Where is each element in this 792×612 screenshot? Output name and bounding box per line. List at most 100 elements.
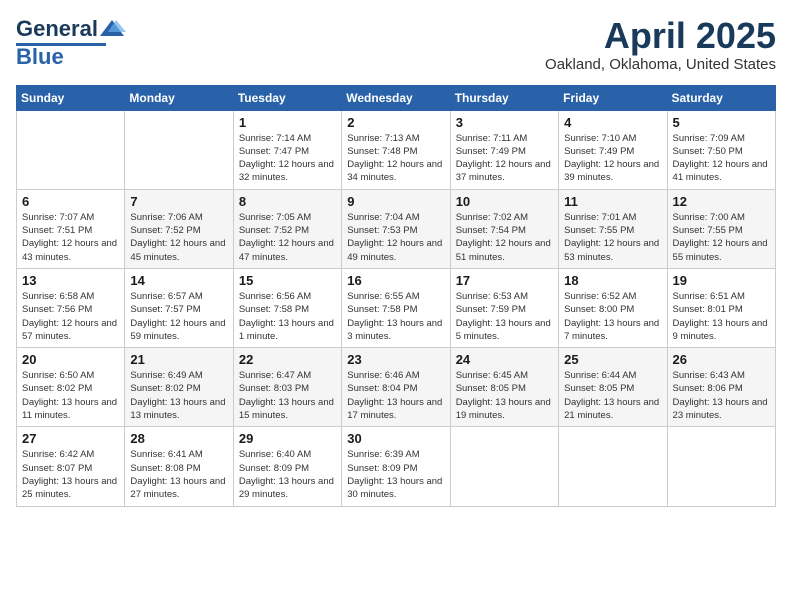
calendar-cell: 24 Sunrise: 6:45 AMSunset: 8:05 PMDayligh…: [450, 348, 558, 427]
calendar-cell: 28 Sunrise: 6:41 AMSunset: 8:08 PMDayligh…: [125, 427, 233, 506]
day-info: Sunrise: 6:44 AMSunset: 8:05 PMDaylight:…: [564, 369, 661, 422]
day-number: 30: [347, 431, 444, 446]
day-number: 20: [22, 352, 119, 367]
calendar-cell: 27Sunrise: 6:42 AMSunset: 8:07 PMDayligh…: [17, 427, 125, 506]
calendar-cell: 2Sunrise: 7:13 AMSunset: 7:48 PMDaylight…: [342, 110, 450, 189]
day-number: 11: [564, 194, 661, 209]
day-info: Sunrise: 6:43 AMSunset: 8:06 PMDaylight:…: [673, 369, 770, 422]
day-number: 10: [456, 194, 553, 209]
logo-blue: Blue: [16, 44, 64, 70]
calendar-cell: 22 Sunrise: 6:47 AMSunset: 8:03 PMDayligh…: [233, 348, 341, 427]
day-number: 29: [239, 431, 336, 446]
day-number: 9: [347, 194, 444, 209]
day-info: Sunrise: 6:45 AMSunset: 8:05 PMDaylight:…: [456, 369, 553, 422]
day-info: Sunrise: 7:13 AMSunset: 7:48 PMDaylight:…: [347, 132, 444, 185]
calendar-cell: 23 Sunrise: 6:46 AMSunset: 8:04 PMDayligh…: [342, 348, 450, 427]
day-header-friday: Friday: [559, 85, 667, 110]
calendar-week-row: 27Sunrise: 6:42 AMSunset: 8:07 PMDayligh…: [17, 427, 776, 506]
day-number: 28: [130, 431, 227, 446]
logo-general: General: [16, 16, 98, 42]
day-info: Sunrise: 6:51 AMSunset: 8:01 PMDaylight:…: [673, 290, 770, 343]
day-number: 18: [564, 273, 661, 288]
calendar-cell: 25Sunrise: 6:44 AMSunset: 8:05 PMDayligh…: [559, 348, 667, 427]
title-area: April 2025 Oakland, Oklahoma, United Sta…: [545, 16, 776, 73]
day-info: Sunrise: 7:11 AMSunset: 7:49 PMDaylight:…: [456, 132, 553, 185]
logo: General Blue: [16, 16, 126, 70]
calendar-cell: 18 Sunrise: 6:52 AMSunset: 8:00 PMDayligh…: [559, 268, 667, 347]
day-number: 6: [22, 194, 119, 209]
day-number: 15: [239, 273, 336, 288]
day-info: Sunrise: 6:47 AMSunset: 8:03 PMDaylight:…: [239, 369, 336, 422]
day-info: Sunrise: 6:40 AMSunset: 8:09 PMDaylight:…: [239, 448, 336, 501]
calendar-cell: [17, 110, 125, 189]
month-year-title: April 2025: [545, 16, 776, 56]
day-info: Sunrise: 6:52 AMSunset: 8:00 PMDaylight:…: [564, 290, 661, 343]
day-header-sunday: Sunday: [17, 85, 125, 110]
day-number: 14: [130, 273, 227, 288]
day-number: 27: [22, 431, 119, 446]
day-number: 8: [239, 194, 336, 209]
calendar-cell: [125, 110, 233, 189]
calendar-table: SundayMondayTuesdayWednesdayThursdayFrid…: [16, 85, 776, 507]
calendar-cell: 14 Sunrise: 6:57 AMSunset: 7:57 PMDayligh…: [125, 268, 233, 347]
day-info: Sunrise: 6:39 AMSunset: 8:09 PMDaylight:…: [347, 448, 444, 501]
day-number: 7: [130, 194, 227, 209]
location-subtitle: Oakland, Oklahoma, United States: [545, 56, 776, 73]
calendar-week-row: 1Sunrise: 7:14 AMSunset: 7:47 PMDaylight…: [17, 110, 776, 189]
logo-icon: [98, 18, 126, 40]
day-number: 26: [673, 352, 770, 367]
day-number: 23: [347, 352, 444, 367]
calendar-cell: 10 Sunrise: 7:02 AMSunset: 7:54 PMDayligh…: [450, 189, 558, 268]
day-info: Sunrise: 6:56 AMSunset: 7:58 PMDaylight:…: [239, 290, 336, 343]
day-info: Sunrise: 7:06 AMSunset: 7:52 PMDaylight:…: [130, 211, 227, 264]
calendar-cell: [450, 427, 558, 506]
day-info: Sunrise: 6:50 AMSunset: 8:02 PMDaylight:…: [22, 369, 119, 422]
calendar-cell: 12 Sunrise: 7:00 AMSunset: 7:55 PMDayligh…: [667, 189, 775, 268]
day-info: Sunrise: 6:41 AMSunset: 8:08 PMDaylight:…: [130, 448, 227, 501]
day-info: Sunrise: 6:55 AMSunset: 7:58 PMDaylight:…: [347, 290, 444, 343]
day-info: Sunrise: 7:00 AMSunset: 7:55 PMDaylight:…: [673, 211, 770, 264]
calendar-cell: 9 Sunrise: 7:04 AMSunset: 7:53 PMDaylight…: [342, 189, 450, 268]
calendar-cell: [559, 427, 667, 506]
day-info: Sunrise: 6:46 AMSunset: 8:04 PMDaylight:…: [347, 369, 444, 422]
day-number: 24: [456, 352, 553, 367]
calendar-header-row: SundayMondayTuesdayWednesdayThursdayFrid…: [17, 85, 776, 110]
day-number: 1: [239, 115, 336, 130]
day-number: 16: [347, 273, 444, 288]
day-header-saturday: Saturday: [667, 85, 775, 110]
calendar-cell: 21Sunrise: 6:49 AMSunset: 8:02 PMDayligh…: [125, 348, 233, 427]
calendar-cell: 16 Sunrise: 6:55 AMSunset: 7:58 PMDayligh…: [342, 268, 450, 347]
calendar-cell: 3 Sunrise: 7:11 AMSunset: 7:49 PMDaylight…: [450, 110, 558, 189]
day-header-wednesday: Wednesday: [342, 85, 450, 110]
calendar-cell: 29 Sunrise: 6:40 AMSunset: 8:09 PMDayligh…: [233, 427, 341, 506]
day-info: Sunrise: 6:58 AMSunset: 7:56 PMDaylight:…: [22, 290, 119, 343]
day-number: 4: [564, 115, 661, 130]
calendar-cell: 7 Sunrise: 7:06 AMSunset: 7:52 PMDaylight…: [125, 189, 233, 268]
calendar-cell: 1Sunrise: 7:14 AMSunset: 7:47 PMDaylight…: [233, 110, 341, 189]
day-number: 3: [456, 115, 553, 130]
day-number: 12: [673, 194, 770, 209]
day-info: Sunrise: 7:09 AMSunset: 7:50 PMDaylight:…: [673, 132, 770, 185]
day-info: Sunrise: 7:02 AMSunset: 7:54 PMDaylight:…: [456, 211, 553, 264]
day-info: Sunrise: 7:04 AMSunset: 7:53 PMDaylight:…: [347, 211, 444, 264]
calendar-cell: [667, 427, 775, 506]
day-info: Sunrise: 7:07 AMSunset: 7:51 PMDaylight:…: [22, 211, 119, 264]
day-info: Sunrise: 7:05 AMSunset: 7:52 PMDaylight:…: [239, 211, 336, 264]
calendar-cell: 30 Sunrise: 6:39 AMSunset: 8:09 PMDayligh…: [342, 427, 450, 506]
day-number: 22: [239, 352, 336, 367]
day-number: 17: [456, 273, 553, 288]
day-info: Sunrise: 6:57 AMSunset: 7:57 PMDaylight:…: [130, 290, 227, 343]
day-number: 13: [22, 273, 119, 288]
calendar-cell: 15 Sunrise: 6:56 AMSunset: 7:58 PMDayligh…: [233, 268, 341, 347]
day-number: 5: [673, 115, 770, 130]
day-number: 21: [130, 352, 227, 367]
calendar-cell: 6 Sunrise: 7:07 AMSunset: 7:51 PMDaylight…: [17, 189, 125, 268]
calendar-week-row: 20 Sunrise: 6:50 AMSunset: 8:02 PMDayligh…: [17, 348, 776, 427]
calendar-cell: 19Sunrise: 6:51 AMSunset: 8:01 PMDayligh…: [667, 268, 775, 347]
calendar-cell: 13 Sunrise: 6:58 AMSunset: 7:56 PMDayligh…: [17, 268, 125, 347]
calendar-cell: 4Sunrise: 7:10 AMSunset: 7:49 PMDaylight…: [559, 110, 667, 189]
calendar-week-row: 13 Sunrise: 6:58 AMSunset: 7:56 PMDayligh…: [17, 268, 776, 347]
day-info: Sunrise: 7:01 AMSunset: 7:55 PMDaylight:…: [564, 211, 661, 264]
calendar-week-row: 6 Sunrise: 7:07 AMSunset: 7:51 PMDaylight…: [17, 189, 776, 268]
day-info: Sunrise: 6:53 AMSunset: 7:59 PMDaylight:…: [456, 290, 553, 343]
